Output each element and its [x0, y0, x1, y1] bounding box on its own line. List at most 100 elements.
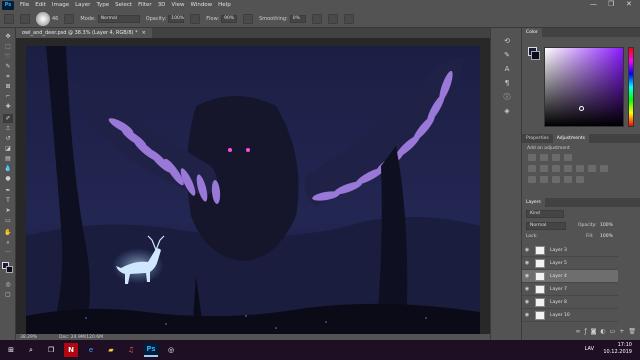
photoshop-taskbar-icon[interactable]: Ps: [144, 343, 158, 357]
pressure-size-icon[interactable]: [327, 13, 338, 24]
pressure-opacity-icon[interactable]: [190, 13, 201, 24]
smoothing-field[interactable]: 0%: [289, 14, 306, 23]
search-icon[interactable]: ⌕: [24, 343, 38, 357]
brush-tool-icon[interactable]: ✐: [3, 114, 13, 123]
layer-row-selected[interactable]: ◉ Layer 4: [522, 270, 618, 283]
layer-style-icon[interactable]: ƒ: [584, 328, 586, 338]
color-picker-field[interactable]: [544, 47, 624, 127]
menu-3d[interactable]: 3D: [158, 2, 166, 8]
visibility-eye-icon[interactable]: ◉: [522, 299, 532, 305]
visibility-eye-icon[interactable]: ◉: [522, 273, 532, 279]
blend-mode-select[interactable]: Normal: [526, 222, 566, 230]
levels-icon[interactable]: [540, 154, 548, 161]
blur-tool-icon[interactable]: 💧: [3, 164, 13, 173]
flow-field[interactable]: 90%: [221, 14, 238, 23]
eyedropper-tool-icon[interactable]: ⌐: [3, 92, 13, 101]
minimize-icon[interactable]: —: [590, 0, 597, 8]
brush-settings-panel-icon[interactable]: ✎: [501, 50, 513, 60]
quick-mask-icon[interactable]: ◎: [3, 280, 13, 289]
new-adjustment-layer-icon[interactable]: ◐: [600, 328, 605, 338]
visibility-eye-icon[interactable]: ◉: [522, 312, 532, 318]
color-lookup-icon[interactable]: [600, 165, 608, 172]
menu-window[interactable]: Window: [190, 2, 212, 8]
dodge-tool-icon[interactable]: ●: [3, 174, 13, 183]
color-balance-icon[interactable]: [552, 165, 560, 172]
canvas-area[interactable]: [16, 38, 490, 334]
new-layer-icon[interactable]: +: [619, 328, 624, 338]
close-tab-icon[interactable]: ×: [142, 30, 146, 36]
layer-filter-select[interactable]: Kind: [526, 210, 564, 218]
painting-canvas[interactable]: [26, 46, 480, 334]
eraser-tool-icon[interactable]: ◪: [3, 144, 13, 153]
maximize-icon[interactable]: ❐: [608, 0, 614, 8]
exposure-icon[interactable]: [564, 154, 572, 161]
layer-row[interactable]: ◉ Layer 10: [522, 309, 618, 322]
music-app-icon[interactable]: ♫: [124, 343, 138, 357]
system-clock[interactable]: 17:10 10.12.2019: [603, 342, 632, 356]
layer-mask-icon[interactable]: ◙: [591, 328, 597, 338]
history-brush-tool-icon[interactable]: ↺: [3, 134, 13, 143]
link-layers-icon[interactable]: ∞: [575, 328, 580, 338]
invert-icon[interactable]: [528, 176, 536, 183]
type-tool-icon[interactable]: T: [3, 196, 13, 205]
frame-tool-icon[interactable]: ⊠: [3, 82, 13, 91]
rectangle-tool-icon[interactable]: ▭: [3, 216, 13, 225]
visibility-eye-icon[interactable]: ◉: [522, 247, 532, 253]
paragraph-panel-icon[interactable]: ¶: [501, 78, 513, 88]
gradient-map-icon[interactable]: [564, 176, 572, 183]
tab-color[interactable]: Color: [522, 28, 542, 37]
lasso-tool-icon[interactable]: ➰: [3, 52, 13, 61]
hue-slider[interactable]: [628, 47, 634, 127]
screen-mode-icon[interactable]: ▢: [3, 290, 13, 299]
hand-tool-icon[interactable]: ✋: [3, 228, 13, 237]
layer-row[interactable]: ◉ Layer 7: [522, 283, 618, 296]
visibility-eye-icon[interactable]: ◉: [522, 286, 532, 292]
move-tool-icon[interactable]: ✥: [3, 32, 13, 41]
crop-tool-icon[interactable]: ⌗: [3, 72, 13, 81]
vibrance-icon[interactable]: [528, 165, 536, 172]
layer-row[interactable]: ◉ Layer 8: [522, 296, 618, 309]
quick-select-tool-icon[interactable]: ✎: [3, 62, 13, 71]
brush-preview-icon[interactable]: [36, 11, 50, 26]
home-icon[interactable]: [4, 13, 14, 24]
clone-stamp-tool-icon[interactable]: ⎍: [3, 124, 13, 133]
zoom-level[interactable]: 38.29%: [20, 335, 37, 340]
healing-tool-icon[interactable]: ✚: [3, 102, 13, 111]
brush-tool-preset-icon[interactable]: [20, 13, 30, 24]
symmetry-butterfly-icon[interactable]: [343, 13, 354, 24]
menu-file[interactable]: File: [20, 2, 29, 8]
character-panel-icon[interactable]: A: [501, 64, 513, 74]
zoom-tool-icon[interactable]: ⌕: [3, 238, 13, 247]
windows-start-icon[interactable]: ⊞: [4, 343, 18, 357]
menu-edit[interactable]: Edit: [35, 2, 46, 8]
file-explorer-icon[interactable]: ▰: [104, 343, 118, 357]
brightness-contrast-icon[interactable]: [528, 154, 536, 161]
posterize-icon[interactable]: [540, 176, 548, 183]
marquee-tool-icon[interactable]: ⬚: [3, 42, 13, 51]
menu-select[interactable]: Select: [115, 2, 132, 8]
gradient-tool-icon[interactable]: ▤: [3, 154, 13, 163]
task-view-icon[interactable]: ❐: [44, 343, 58, 357]
smoothing-settings-gear-icon[interactable]: [311, 13, 322, 24]
menu-layer[interactable]: Layer: [75, 2, 90, 8]
hue-saturation-icon[interactable]: [540, 165, 548, 172]
threshold-icon[interactable]: [552, 176, 560, 183]
layer-row[interactable]: ◉ Layer 3: [522, 244, 618, 257]
menu-type[interactable]: Type: [96, 2, 109, 8]
layer-row[interactable]: ◉ Layer 5: [522, 257, 618, 270]
fill-value[interactable]: 100%: [600, 234, 613, 239]
document-tab[interactable]: owl_and_deer.psd @ 38.3% (Layer 4, RGB/8…: [16, 28, 152, 38]
other-app-icon[interactable]: ◎: [164, 343, 178, 357]
curves-icon[interactable]: [552, 154, 560, 161]
menu-help[interactable]: Help: [218, 2, 231, 8]
tab-properties[interactable]: Properties: [522, 134, 553, 143]
menu-view[interactable]: View: [171, 2, 184, 8]
color-picker-cursor[interactable]: [579, 106, 584, 111]
brush-settings-icon[interactable]: [64, 13, 75, 24]
menu-image[interactable]: Image: [52, 2, 69, 8]
tab-adjustments[interactable]: Adjustments: [552, 134, 589, 143]
tab-layers[interactable]: Layers: [522, 198, 545, 207]
mode-select[interactable]: Normal: [97, 14, 140, 23]
new-group-icon[interactable]: ▭: [610, 328, 616, 338]
keyboard-language[interactable]: LAV: [585, 346, 594, 352]
